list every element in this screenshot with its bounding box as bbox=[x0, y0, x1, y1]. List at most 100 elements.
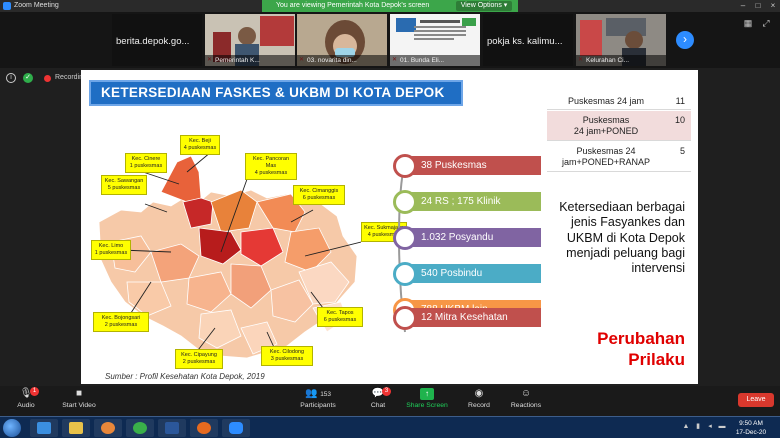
participants-icon: 👥 153 bbox=[304, 388, 332, 399]
zoom-window: Zoom Meeting You are viewing Pemerintah … bbox=[0, 0, 780, 438]
participant-name: 03. novarita din... bbox=[297, 55, 387, 66]
stat-circle bbox=[393, 226, 417, 250]
row-value: 11 bbox=[675, 96, 685, 106]
chat-label: Chat bbox=[370, 402, 386, 409]
ie-icon bbox=[37, 422, 51, 434]
callout-count: 2 puskesmas bbox=[104, 322, 138, 328]
callout-name: Kec. Bojongsari bbox=[101, 315, 141, 321]
participant-tile[interactable]: ✕ Kelurahan Ci... bbox=[576, 14, 666, 66]
taskbar-clock[interactable]: 9:50 AM 17-Dec-20 bbox=[728, 419, 774, 437]
tray-arrow-icon[interactable]: ▲ bbox=[682, 423, 690, 431]
audio-button[interactable]: 🎙 1 Audio bbox=[12, 387, 40, 414]
window-title: Zoom Meeting bbox=[14, 2, 59, 9]
maximize-icon[interactable]: □ bbox=[751, 0, 765, 12]
start-video-button[interactable]: ■ Start Video bbox=[56, 388, 102, 414]
stat-bar: 12 Mitra Kesehatan bbox=[405, 308, 541, 327]
taskbar-chrome[interactable] bbox=[126, 419, 154, 437]
stat-bar: 38 Puskesmas bbox=[405, 156, 541, 175]
taskbar-firefox[interactable] bbox=[190, 419, 218, 437]
row-label: Puskesmas 24 jam+PONED+RANAP bbox=[561, 146, 651, 167]
shield-icon[interactable]: ✓ bbox=[23, 73, 33, 83]
puskesmas-table: Puskesmas 24 jam 11 Puskesmas 24 jam+PON… bbox=[547, 92, 691, 190]
stat-circle bbox=[393, 190, 417, 214]
participant-tile[interactable]: ✕ 01. Bunda Eli... bbox=[390, 14, 480, 66]
network-icon[interactable]: ▮ bbox=[694, 423, 702, 431]
stat-label: 38 Puskesmas bbox=[421, 160, 487, 171]
map-callout: Kec. Limo 1 puskesmas bbox=[91, 240, 131, 260]
zoom-icon bbox=[229, 422, 243, 434]
audio-badge: 1 bbox=[30, 387, 39, 396]
stat-circle bbox=[393, 306, 417, 330]
table-row: Puskesmas 24 jam 11 bbox=[547, 92, 691, 110]
fullscreen-icon[interactable]: ⤢ bbox=[760, 18, 772, 28]
stat-bar: 24 RS ; 175 Klinik bbox=[405, 192, 541, 211]
reactions-button[interactable]: ☺ Reactions bbox=[508, 388, 544, 414]
record-icon: ◉ bbox=[474, 388, 484, 399]
viewing-banner-text: You are viewing Pemerintah Kota Depok's … bbox=[276, 2, 430, 9]
video-camera-icon: ■ bbox=[75, 388, 83, 399]
participant-name: Kelurahan Ci... bbox=[576, 55, 666, 66]
shared-slide: KETERSEDIAAN FASKES & UKBM DI KOTA DEPOK bbox=[81, 70, 698, 384]
callout-name: Kec. Cinere bbox=[131, 156, 161, 162]
slide-source: Sumber : Profil Kesehatan Kota Depok, 20… bbox=[105, 372, 265, 381]
stat-bar: 540 Posbindu bbox=[405, 264, 541, 283]
info-icon[interactable]: i bbox=[6, 73, 16, 83]
taskbar-explorer[interactable] bbox=[62, 419, 90, 437]
map-callout: Kec. Sawangan 5 puskesmas bbox=[101, 175, 147, 195]
battery-icon[interactable]: ▬ bbox=[718, 423, 726, 431]
volume-icon[interactable]: ◂ bbox=[706, 423, 714, 431]
row-value: 10 bbox=[674, 115, 685, 125]
participant-tile[interactable]: ✕ 03. novarita din... bbox=[297, 14, 387, 66]
callout-count: 1 puskesmas bbox=[129, 163, 163, 169]
record-button[interactable]: ◉ Record bbox=[464, 388, 494, 414]
callout-count: 6 puskesmas bbox=[323, 317, 357, 323]
participant-tile[interactable]: berita.depok.go... bbox=[112, 14, 202, 66]
start-button[interactable] bbox=[3, 419, 21, 437]
taskbar-word[interactable] bbox=[158, 419, 186, 437]
callout-count: 4 puskesmas bbox=[183, 145, 217, 151]
slide-description: Ketersediaan berbagai jenis Fasyankes da… bbox=[559, 200, 685, 276]
stat-label: 12 Mitra Kesehatan bbox=[421, 312, 508, 323]
gallery-view-icon[interactable]: ▦ bbox=[742, 18, 754, 28]
participants-label: Participants bbox=[300, 402, 336, 409]
minimize-icon[interactable]: – bbox=[736, 0, 750, 12]
stat-circle bbox=[393, 262, 417, 286]
stat-bar: 1.032 Posyandu bbox=[405, 228, 541, 247]
slide-title: KETERSEDIAAN FASKES & UKBM DI KOTA DEPOK bbox=[89, 80, 463, 106]
zoom-app-icon bbox=[3, 2, 11, 10]
participant-name: 01. Bunda Eli... bbox=[390, 55, 480, 66]
participants-count: 153 bbox=[320, 391, 332, 398]
start-video-label: Start Video bbox=[62, 402, 96, 409]
chrome-icon bbox=[133, 422, 147, 434]
taskbar-zoom[interactable] bbox=[222, 419, 250, 437]
callout-name: Kec. Cipayung bbox=[181, 352, 217, 358]
callout-name: Kec. Sawangan bbox=[104, 178, 144, 184]
leave-button[interactable]: Leave bbox=[738, 393, 774, 407]
chat-badge: 3 bbox=[382, 387, 391, 396]
participant-strip: berita.depok.go... ✕ Pemerintah K... ✕ 0… bbox=[0, 12, 780, 68]
map-callout: Kec. Pancoran Mas 4 puskesmas bbox=[245, 153, 297, 180]
next-page-button[interactable]: › bbox=[676, 31, 694, 49]
row-label: Puskesmas 24 jam bbox=[567, 96, 645, 106]
callout-name: Kec. Tapos bbox=[326, 310, 354, 316]
map-callout: Kec. Cilodong 3 puskesmas bbox=[261, 346, 313, 366]
audio-label: Audio bbox=[17, 402, 35, 409]
row-label: Puskesmas 24 jam+PONED bbox=[573, 115, 639, 136]
participant-tile[interactable]: pokja ks. kalimu... bbox=[483, 14, 573, 66]
callout-name: Kec. Cilodong bbox=[269, 349, 305, 355]
share-screen-button[interactable]: ↑ Share Screen bbox=[404, 388, 450, 414]
table-row: Puskesmas 24 jam+PONED+RANAP 5 bbox=[547, 142, 691, 172]
participants-button[interactable]: 👥 153 Participants bbox=[296, 388, 340, 414]
view-options-button[interactable]: View Options ▾ bbox=[456, 1, 512, 11]
participant-name: Pemerintah K... bbox=[205, 55, 295, 66]
taskbar-media[interactable] bbox=[94, 419, 122, 437]
record-icon bbox=[44, 75, 51, 82]
taskbar-ie[interactable] bbox=[30, 419, 58, 437]
chat-button[interactable]: 💬 3 Chat bbox=[364, 387, 392, 414]
map-callout: Kec. Cipayung 2 puskesmas bbox=[175, 349, 223, 369]
map-callout: Kec. Tapos 6 puskesmas bbox=[317, 307, 363, 327]
close-icon[interactable]: × bbox=[766, 0, 780, 12]
participant-tile[interactable]: ✕ Pemerintah K... bbox=[205, 14, 295, 66]
callout-name: Kec. Cimanggis bbox=[299, 188, 339, 194]
record-label: Record bbox=[468, 402, 490, 409]
